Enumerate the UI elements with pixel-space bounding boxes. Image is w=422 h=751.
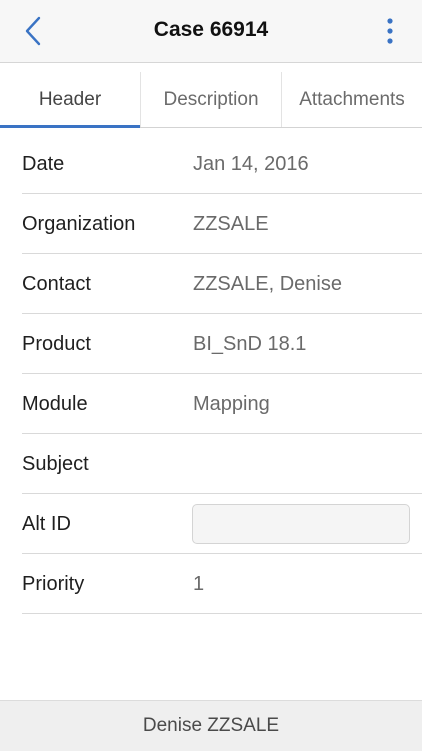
- priority-value: 1: [193, 573, 205, 595]
- field-row-organization: Organization ZZSALE: [0, 194, 422, 254]
- alt-id-input[interactable]: [192, 504, 410, 544]
- subject-label: Subject: [22, 453, 89, 475]
- field-row-module: Module Mapping: [0, 374, 422, 434]
- field-row-contact: Contact ZZSALE, Denise: [0, 254, 422, 314]
- field-row-product: Product BI_SnD 18.1: [0, 314, 422, 374]
- date-label: Date: [22, 153, 65, 175]
- tab-attachments[interactable]: Attachments: [282, 72, 422, 127]
- tab-description[interactable]: Description: [141, 72, 282, 127]
- tab-bar: Header Description Attachments: [0, 72, 422, 128]
- footer-user-bar: Denise ZZSALE: [0, 700, 422, 751]
- organization-value: ZZSALE: [193, 213, 269, 235]
- date-value: Jan 14, 2016: [193, 153, 309, 175]
- organization-label: Organization: [22, 213, 136, 235]
- vertical-ellipsis-icon: [387, 18, 393, 44]
- field-row-subject[interactable]: Subject: [0, 434, 422, 494]
- field-row-priority[interactable]: Priority 1: [0, 554, 422, 614]
- footer-user-name: Denise ZZSALE: [142, 715, 280, 736]
- navigation-bar: Case 66914: [0, 0, 422, 63]
- contact-value: ZZSALE, Denise: [193, 273, 342, 295]
- module-value: Mapping: [193, 393, 270, 415]
- field-row-date: Date Jan 14, 2016: [0, 134, 422, 194]
- case-header-fields: Date Jan 14, 2016 Organization ZZSALE Co…: [0, 134, 422, 636]
- tab-header[interactable]: Header: [0, 72, 141, 128]
- contact-label: Contact: [22, 273, 91, 295]
- module-label: Module: [22, 393, 88, 415]
- priority-label: Priority: [22, 573, 85, 595]
- product-value: BI_SnD 18.1: [193, 333, 307, 355]
- alt-id-label: Alt ID: [22, 513, 71, 535]
- page-title: Case 66914: [153, 18, 269, 41]
- more-options-button[interactable]: [380, 16, 400, 46]
- product-label: Product: [22, 333, 91, 355]
- field-row-alt-id: Alt ID: [0, 494, 422, 554]
